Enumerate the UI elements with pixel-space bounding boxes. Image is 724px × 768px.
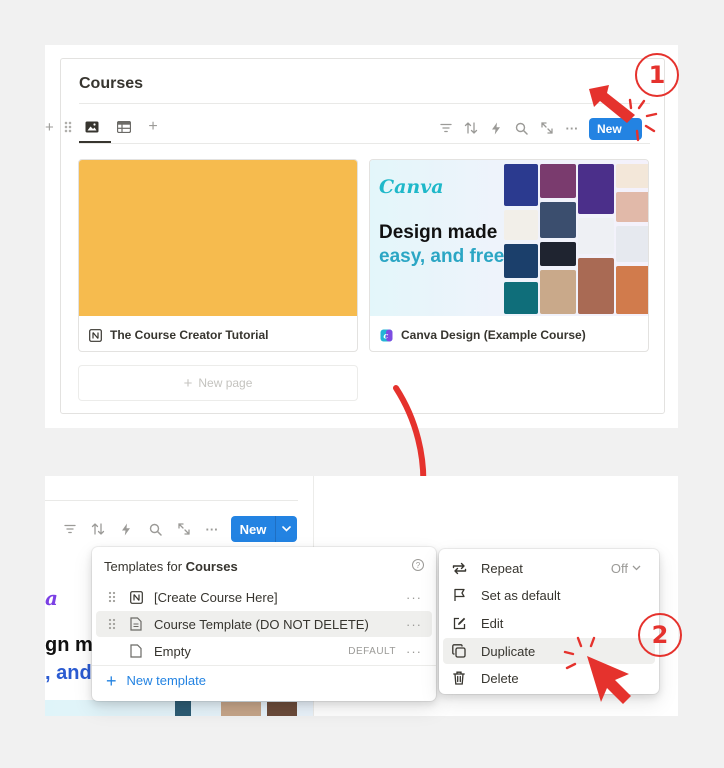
- cover-subheadline: easy, and free: [379, 246, 505, 267]
- page-icon: [128, 643, 144, 659]
- menu-item-edit[interactable]: Edit: [443, 610, 655, 636]
- canva-logo: Canva: [379, 176, 444, 198]
- drag-handle-icon[interactable]: [64, 121, 72, 133]
- gallery-card-canva-design[interactable]: Canva Design made easy, and free c Canva…: [369, 159, 649, 352]
- flag-icon: [451, 587, 467, 603]
- template-label: Course Template (DO NOT DELETE): [154, 616, 369, 632]
- divider: [79, 143, 650, 144]
- notion-icon: [89, 328, 102, 342]
- card-cover-canva: Canva Design made easy, and free: [370, 160, 648, 316]
- new-page-label: New page: [198, 376, 253, 390]
- drag-handle-icon[interactable]: [108, 591, 116, 603]
- menu-item-label: Set as default: [481, 587, 561, 603]
- step-2-marker: 2: [638, 613, 682, 657]
- gallery-card-course-creator-tutorial[interactable]: The Course Creator Tutorial: [78, 159, 358, 352]
- menu-item-set-as-default[interactable]: Set as default: [443, 582, 655, 608]
- more-icon[interactable]: ···: [204, 521, 220, 537]
- add-view-icon[interactable]: +: [144, 118, 162, 135]
- new-template-label: New template: [126, 673, 206, 688]
- template-label: Empty: [154, 643, 191, 659]
- background-thumbnail: [175, 700, 191, 716]
- automation-icon[interactable]: [118, 521, 134, 537]
- new-template-button[interactable]: + New template: [106, 670, 206, 691]
- duplicate-icon: [451, 643, 467, 659]
- courses-database-panel: Courses + + ··· New 1 The Course Creator…: [45, 45, 679, 428]
- divider: [92, 665, 436, 666]
- templates-menu: Templates for Courses ? [Create Course H…: [92, 547, 436, 701]
- chevron-down-icon[interactable]: [276, 526, 297, 532]
- sort-icon[interactable]: [90, 521, 106, 537]
- filter-icon[interactable]: [438, 120, 454, 136]
- more-icon[interactable]: ···: [406, 644, 422, 659]
- add-block-button[interactable]: +: [45, 119, 54, 136]
- gallery-view-tab[interactable]: [83, 119, 101, 135]
- gallery-view-icon: [85, 121, 99, 133]
- divider: [45, 500, 298, 501]
- trash-icon: [451, 670, 467, 686]
- background-thumbnail: [267, 702, 297, 716]
- background-thumbnail: [221, 702, 261, 716]
- help-icon[interactable]: ?: [412, 559, 424, 571]
- template-item[interactable]: [Create Course Here] ···: [96, 584, 432, 610]
- template-label: [Create Course Here]: [154, 589, 278, 605]
- sort-icon[interactable]: [463, 120, 479, 136]
- automation-icon[interactable]: [488, 120, 504, 136]
- search-icon[interactable]: [513, 120, 529, 136]
- background-canva-logo: a: [45, 586, 58, 610]
- edit-icon: [451, 615, 467, 631]
- chevron-down-icon: [632, 565, 641, 571]
- notion-icon: [128, 589, 144, 605]
- table-view-icon: [117, 121, 131, 133]
- cover-headline: Design made: [379, 222, 498, 243]
- design-thumbnails: [502, 162, 648, 316]
- template-picker-panel: ··· New a gn m , and Templates for Cours…: [45, 476, 682, 716]
- canva-icon: c: [380, 329, 393, 341]
- filter-icon[interactable]: [62, 521, 78, 537]
- page-title: Courses: [79, 75, 144, 92]
- new-button[interactable]: New: [231, 516, 297, 542]
- menu-item-repeat[interactable]: Repeat Off: [443, 555, 655, 581]
- svg-text:c: c: [383, 330, 388, 340]
- search-icon[interactable]: [147, 521, 163, 537]
- repeat-icon: [451, 560, 467, 576]
- card-title: The Course Creator Tutorial: [110, 328, 269, 342]
- card-cover: [79, 160, 357, 316]
- background-cover-text: , and: [45, 662, 92, 684]
- more-icon[interactable]: ···: [406, 617, 422, 632]
- card-title: Canva Design (Example Course): [401, 328, 586, 342]
- plus-icon: +: [183, 374, 193, 392]
- expand-icon[interactable]: [176, 521, 192, 537]
- step-1-marker: 1: [635, 53, 679, 97]
- template-item[interactable]: Empty DEFAULT ···: [96, 638, 432, 664]
- repeat-value: Off: [610, 560, 628, 576]
- divider: [79, 103, 650, 104]
- page-icon: [128, 616, 144, 632]
- more-icon[interactable]: ···: [406, 590, 422, 605]
- click-pointer-annotation: [563, 636, 631, 704]
- table-view-tab[interactable]: [115, 119, 133, 135]
- default-badge: DEFAULT: [348, 645, 396, 657]
- background-cover-text: gn m: [45, 634, 93, 656]
- more-icon[interactable]: ···: [564, 120, 580, 136]
- new-button-label: New: [239, 521, 267, 537]
- expand-icon[interactable]: [539, 120, 555, 136]
- plus-icon: +: [106, 670, 117, 691]
- drag-handle-icon[interactable]: [108, 618, 116, 630]
- menu-item-label: Repeat: [481, 560, 523, 576]
- menu-item-label: Edit: [481, 615, 504, 631]
- new-page-button[interactable]: + New page: [78, 365, 358, 401]
- template-item-selected[interactable]: Course Template (DO NOT DELETE) ···: [96, 611, 432, 637]
- templates-menu-header: Templates for Courses: [104, 559, 238, 574]
